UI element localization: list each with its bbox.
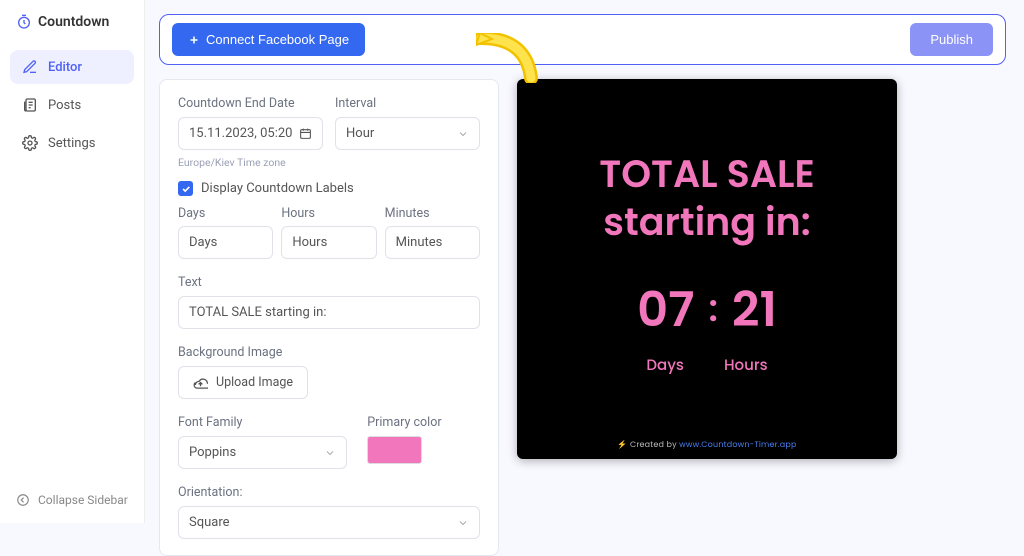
publish-button[interactable]: Publish <box>910 23 993 56</box>
sidebar-item-label: Editor <box>48 60 82 75</box>
font-family-label: Font Family <box>178 415 347 430</box>
preview-line2: starting in: <box>599 199 814 247</box>
days-input[interactable]: Days <box>178 226 273 259</box>
preview-hours-label: Hours <box>724 354 768 377</box>
hours-label: Hours <box>281 206 376 221</box>
preview-labels: Days Hours <box>646 354 767 377</box>
interval-label: Interval <box>335 96 480 111</box>
text-label: Text <box>178 275 480 290</box>
end-date-input[interactable]: 15.11.2023, 05:20 <box>178 117 323 150</box>
preview-area: TOTAL SALE starting in: 07 : 21 Days Hou… <box>517 79 1006 556</box>
hours-input[interactable]: Hours <box>281 226 376 259</box>
hours-value: Hours <box>292 235 327 250</box>
text-input[interactable]: TOTAL SALE starting in: <box>178 296 480 329</box>
credit-by: Created by <box>630 439 677 450</box>
timezone-hint: Europe/Kiev Time zone <box>178 156 480 169</box>
settings-panel: Countdown End Date 15.11.2023, 05:20 Int… <box>159 79 499 556</box>
check-icon <box>181 184 191 194</box>
preview-credit: ⚡ Created by www.Countdown-Timer.app <box>617 439 796 451</box>
countdown-preview: TOTAL SALE starting in: 07 : 21 Days Hou… <box>517 79 897 459</box>
sidebar-item-settings[interactable]: Settings <box>10 126 134 160</box>
font-family-value: Poppins <box>189 445 236 460</box>
upload-icon <box>193 375 208 390</box>
orientation-label: Orientation: <box>178 485 480 500</box>
sidebar-nav: Editor Posts Settings <box>0 44 144 166</box>
display-labels-text: Display Countdown Labels <box>201 181 354 196</box>
countdown-logo-icon <box>16 14 32 30</box>
main: Connect Facebook Page Publish Countdown … <box>145 0 1024 523</box>
plus-icon <box>188 34 200 46</box>
connect-facebook-button[interactable]: Connect Facebook Page <box>172 23 365 56</box>
sidebar-item-label: Settings <box>48 136 95 151</box>
font-family-select[interactable]: Poppins <box>178 436 347 469</box>
chevron-down-icon <box>324 447 336 459</box>
credit-icon: ⚡ <box>617 439 627 450</box>
upload-label: Upload Image <box>216 375 293 390</box>
days-label: Days <box>178 206 273 221</box>
preview-line1: TOTAL SALE <box>599 151 814 199</box>
settings-icon <box>22 135 38 151</box>
minutes-input[interactable]: Minutes <box>385 226 480 259</box>
posts-icon <box>22 97 38 113</box>
topbar: Connect Facebook Page Publish <box>159 14 1006 65</box>
collapse-icon <box>16 493 30 507</box>
interval-select[interactable]: Hour <box>335 117 480 150</box>
primary-color-picker[interactable] <box>367 436 422 464</box>
count-separator: : <box>708 281 717 336</box>
editor-icon <box>22 59 38 75</box>
primary-color-label: Primary color <box>367 415 480 430</box>
text-value: TOTAL SALE starting in: <box>189 305 327 320</box>
brand-name: Countdown <box>38 14 109 30</box>
upload-image-button[interactable]: Upload Image <box>178 366 308 399</box>
chevron-down-icon <box>457 128 469 140</box>
collapse-label: Collapse Sidebar <box>38 493 128 507</box>
connect-label: Connect Facebook Page <box>206 32 349 47</box>
collapse-sidebar[interactable]: Collapse Sidebar <box>0 477 144 523</box>
publish-label: Publish <box>930 32 973 47</box>
credit-link: www.Countdown-Timer.app <box>679 439 796 450</box>
calendar-icon <box>299 127 312 140</box>
days-value: Days <box>189 235 217 250</box>
end-date-value: 15.11.2023, 05:20 <box>189 126 292 141</box>
interval-value: Hour <box>346 126 374 141</box>
display-labels-checkbox[interactable] <box>178 181 193 196</box>
minutes-value: Minutes <box>396 235 443 250</box>
preview-text: TOTAL SALE starting in: <box>599 151 814 246</box>
sidebar-item-editor[interactable]: Editor <box>10 50 134 84</box>
preview-days-label: Days <box>646 354 684 377</box>
preview-days-value: 07 <box>637 274 694 346</box>
preview-count: 07 : 21 <box>637 274 777 346</box>
bg-image-label: Background Image <box>178 345 480 360</box>
body: Countdown End Date 15.11.2023, 05:20 Int… <box>159 79 1006 556</box>
end-date-label: Countdown End Date <box>178 96 323 111</box>
sidebar-item-posts[interactable]: Posts <box>10 88 134 122</box>
minutes-label: Minutes <box>385 206 480 221</box>
sidebar: Countdown Editor Posts Settings Collapse… <box>0 0 145 523</box>
logo: Countdown <box>0 0 144 44</box>
sidebar-item-label: Posts <box>48 98 81 113</box>
callout-arrow-icon <box>476 33 546 83</box>
preview-hours-value: 21 <box>732 274 777 346</box>
